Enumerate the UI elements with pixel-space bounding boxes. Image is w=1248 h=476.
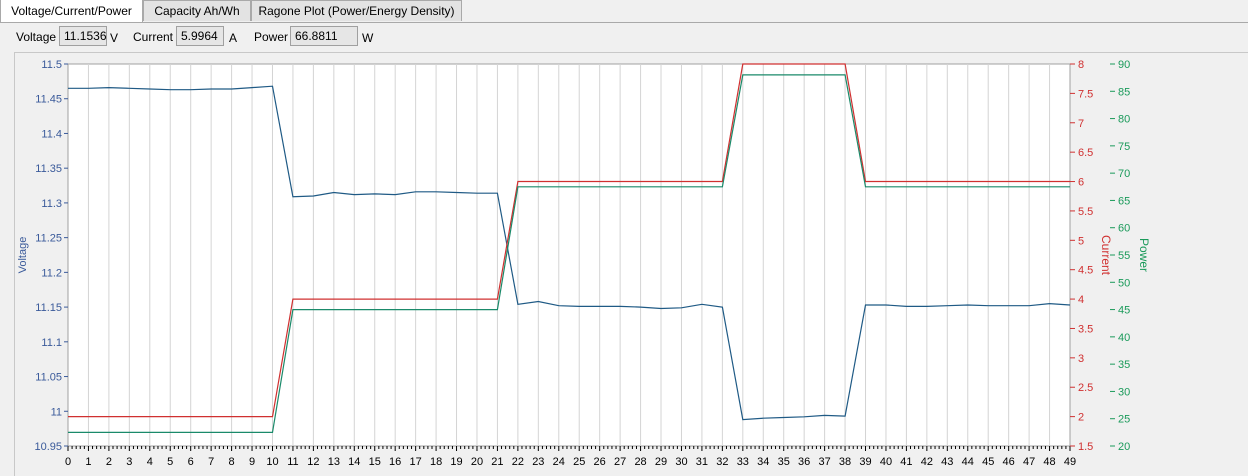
x-tick-label: 25 bbox=[573, 456, 585, 468]
x-tick-label: 0 bbox=[65, 456, 71, 468]
current-tick-label: 4 bbox=[1078, 294, 1084, 306]
power-tick-label: 65 bbox=[1118, 195, 1130, 207]
voltage-tick-label: 11 bbox=[51, 406, 62, 418]
power-tick-label: 75 bbox=[1118, 141, 1130, 153]
x-tick-label: 28 bbox=[634, 456, 646, 468]
power-axis-label: Power bbox=[1137, 238, 1151, 272]
plot-area bbox=[67, 63, 1071, 447]
current-tick-label: 3 bbox=[1078, 353, 1084, 365]
voltage-tick-label: 11.3 bbox=[41, 198, 62, 210]
x-tick-label: 40 bbox=[880, 456, 892, 468]
x-tick-label: 38 bbox=[839, 456, 851, 468]
voltage-tick-label: 11.1 bbox=[41, 337, 62, 349]
x-tick-label: 23 bbox=[532, 456, 544, 468]
x-tick-label: 1 bbox=[85, 456, 91, 468]
current-tick-label: 2.5 bbox=[1078, 382, 1093, 394]
current-tick-label: 4.5 bbox=[1078, 265, 1093, 277]
x-tick-label: 19 bbox=[450, 456, 462, 468]
x-tick-label: 6 bbox=[188, 456, 194, 468]
current-tick-label: 7 bbox=[1078, 118, 1084, 130]
current-tick-label: 1.5 bbox=[1078, 441, 1093, 453]
x-tick-label: 49 bbox=[1064, 456, 1076, 468]
x-tick-label: 43 bbox=[941, 456, 953, 468]
voltage-tick-label: 10.95 bbox=[34, 441, 62, 453]
power-tick-label: 50 bbox=[1118, 277, 1130, 289]
power-tick-label: 40 bbox=[1118, 332, 1130, 344]
voltage-tick-label: 11.15 bbox=[35, 302, 62, 314]
x-tick-label: 17 bbox=[410, 456, 422, 468]
current-tick-label: 5 bbox=[1078, 235, 1084, 247]
x-tick-label: 4 bbox=[147, 456, 153, 468]
x-tick-label: 37 bbox=[818, 456, 830, 468]
x-tick-label: 33 bbox=[737, 456, 749, 468]
power-tick-label: 35 bbox=[1118, 359, 1130, 371]
x-tick-label: 32 bbox=[716, 456, 728, 468]
current-tick-label: 3.5 bbox=[1078, 323, 1093, 335]
x-tick-label: 35 bbox=[778, 456, 790, 468]
x-tick-label: 13 bbox=[328, 456, 340, 468]
voltage-tick-label: 11.35 bbox=[35, 163, 62, 175]
power-tick-label: 85 bbox=[1118, 86, 1130, 98]
voltage-axis-label: Voltage bbox=[17, 237, 29, 274]
power-tick-label: 60 bbox=[1118, 223, 1130, 235]
power-tick-label: 25 bbox=[1118, 414, 1130, 426]
x-tick-label: 20 bbox=[471, 456, 483, 468]
x-tick-label: 26 bbox=[594, 456, 606, 468]
power-tick-label: 70 bbox=[1118, 168, 1130, 180]
x-tick-label: 30 bbox=[675, 456, 687, 468]
x-tick-label: 10 bbox=[266, 456, 278, 468]
voltage-tick-label: 11.4 bbox=[41, 128, 62, 140]
x-tick-label: 29 bbox=[655, 456, 667, 468]
current-tick-label: 2 bbox=[1078, 412, 1084, 424]
current-axis-label: Current bbox=[1099, 235, 1113, 276]
voltage-tick-label: 11.45 bbox=[35, 94, 62, 106]
x-tick-label: 48 bbox=[1043, 456, 1055, 468]
current-tick-label: 7.5 bbox=[1078, 88, 1093, 100]
x-tick-label: 11 bbox=[287, 456, 298, 468]
x-tick-label: 34 bbox=[757, 456, 769, 468]
voltage-tick-label: 11.25 bbox=[35, 233, 62, 245]
x-tick-label: 45 bbox=[982, 456, 994, 468]
x-tick-label: 42 bbox=[921, 456, 933, 468]
power-tick-label: 20 bbox=[1118, 441, 1130, 453]
x-tick-label: 2 bbox=[106, 456, 112, 468]
x-tick-label: 41 bbox=[900, 456, 912, 468]
power-tick-label: 30 bbox=[1118, 386, 1130, 398]
voltage-tick-label: 11.5 bbox=[41, 59, 62, 71]
x-tick-label: 7 bbox=[208, 456, 214, 468]
x-tick-label: 5 bbox=[167, 456, 173, 468]
power-tick-label: 45 bbox=[1118, 305, 1130, 317]
x-tick-label: 12 bbox=[307, 456, 319, 468]
x-tick-label: 24 bbox=[553, 456, 565, 468]
x-tick-label: 46 bbox=[1003, 456, 1015, 468]
power-tick-label: 55 bbox=[1118, 250, 1130, 262]
x-tick-label: 27 bbox=[614, 456, 626, 468]
current-tick-label: 5.5 bbox=[1078, 206, 1093, 218]
x-tick-label: 21 bbox=[491, 456, 503, 468]
x-tick-label: 44 bbox=[962, 456, 974, 468]
power-tick-label: 90 bbox=[1118, 59, 1130, 71]
voltage-tick-label: 11.05 bbox=[35, 372, 62, 384]
x-tick-label: 3 bbox=[126, 456, 132, 468]
current-tick-label: 6 bbox=[1078, 177, 1084, 189]
tab-voltage-current-power[interactable]: Voltage/Current/Power bbox=[0, 0, 143, 22]
x-tick-label: 36 bbox=[798, 456, 810, 468]
x-tick-label: 31 bbox=[696, 456, 708, 468]
x-tick-label: 22 bbox=[512, 456, 524, 468]
x-tick-label: 39 bbox=[859, 456, 871, 468]
x-tick-label: 18 bbox=[430, 456, 442, 468]
voltage-current-power-chart: 0 1 2 3 4 5 6 7 8 9 10 11 12 13 14 15 16 17 18 19 20 21 22 23 24… bbox=[17, 59, 1151, 468]
voltage-tick-label: 11.2 bbox=[41, 267, 62, 279]
x-tick-label: 14 bbox=[348, 456, 360, 468]
x-tick-label: 15 bbox=[369, 456, 381, 468]
x-tick-label: 47 bbox=[1023, 456, 1035, 468]
current-tick-label: 6.5 bbox=[1078, 147, 1093, 159]
x-tick-label: 16 bbox=[389, 456, 401, 468]
x-tick-label: 9 bbox=[249, 456, 255, 468]
x-tick-label: 8 bbox=[229, 456, 235, 468]
current-tick-label: 8 bbox=[1078, 59, 1084, 71]
power-tick-label: 80 bbox=[1118, 114, 1130, 126]
